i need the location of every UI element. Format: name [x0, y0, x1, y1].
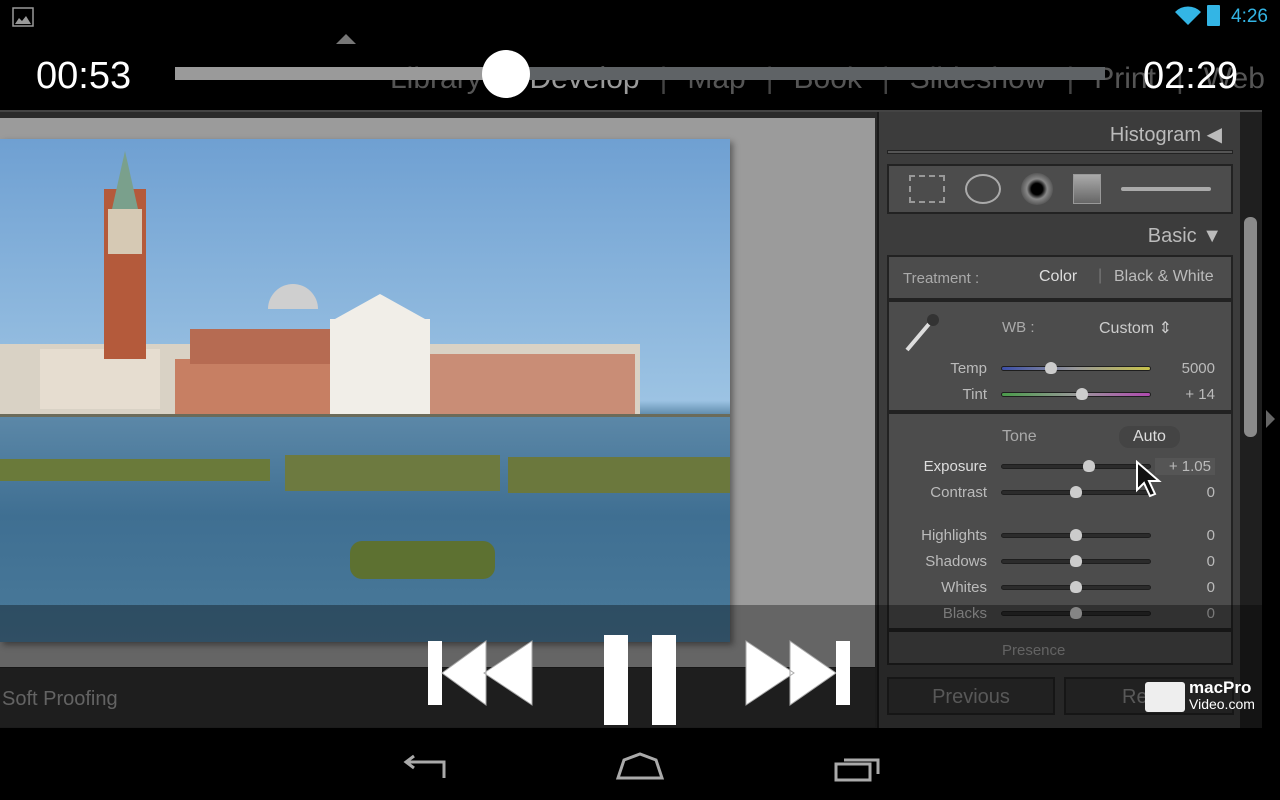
- slider-knob[interactable]: [1044, 362, 1057, 374]
- histogram-header[interactable]: Histogram ◀: [1110, 122, 1222, 147]
- slider-track[interactable]: [1001, 581, 1151, 593]
- wifi-icon: [1175, 6, 1201, 26]
- slider-track[interactable]: [1001, 388, 1151, 400]
- slider-label: Exposure: [923, 458, 987, 475]
- slider-row-whites: Whites 0: [879, 577, 1239, 599]
- clock: 4:26: [1231, 6, 1268, 27]
- recents-icon[interactable]: [834, 754, 882, 782]
- collapse-left-icon: ◀: [1206, 124, 1222, 146]
- logo-mark: [1145, 682, 1185, 712]
- slider-label: Whites: [941, 579, 987, 596]
- slider-row-contrast: Contrast 0: [879, 482, 1239, 504]
- collapse-down-icon: ▼: [1202, 225, 1222, 247]
- slider-label: Temp: [950, 360, 987, 377]
- histogram-label: Histogram: [1109, 124, 1202, 146]
- treatment-bw[interactable]: Black & White: [1114, 268, 1214, 286]
- photo-image: [0, 151, 730, 579]
- treatment-label: Treatment :: [903, 270, 980, 287]
- image-icon: [12, 7, 34, 27]
- slider-value[interactable]: 0: [1155, 553, 1215, 570]
- treatment-color[interactable]: Color: [1039, 268, 1077, 286]
- scrollbar-thumb[interactable]: [1244, 217, 1257, 437]
- seek-bar-progress: [175, 67, 507, 80]
- slider-label: Highlights: [921, 527, 987, 544]
- slider-knob[interactable]: [1083, 460, 1096, 472]
- skip-previous-icon[interactable]: [426, 635, 536, 727]
- red-eye-icon[interactable]: [1021, 173, 1053, 205]
- crop-overlay-icon[interactable]: [909, 175, 945, 203]
- slider-value[interactable]: + 14: [1155, 386, 1215, 403]
- back-icon[interactable]: [400, 754, 448, 782]
- slider-label: Contrast: [930, 484, 987, 501]
- image-canvas: [0, 118, 875, 667]
- spot-removal-icon[interactable]: [965, 174, 1001, 204]
- eyedropper-icon[interactable]: [903, 310, 943, 354]
- slider-label: Tint: [962, 386, 987, 403]
- expand-right-icon[interactable]: [1266, 410, 1275, 428]
- slider-track[interactable]: [1001, 362, 1151, 374]
- slider-label: Shadows: [925, 553, 987, 570]
- separator: |: [1098, 267, 1103, 284]
- treatment-row: Treatment : Color | Black & White: [887, 255, 1233, 300]
- home-icon[interactable]: [614, 752, 666, 782]
- photo-venice: [0, 139, 730, 642]
- seek-thumb[interactable]: [482, 50, 531, 98]
- wb-select[interactable]: Custom ⇕: [1099, 318, 1172, 338]
- current-time: 00:53: [36, 55, 132, 97]
- slider-knob[interactable]: [1070, 581, 1082, 593]
- graduated-filter-icon[interactable]: [1073, 174, 1101, 204]
- logo-text: macPro Video.com: [1189, 678, 1255, 712]
- tool-strip: [887, 164, 1233, 214]
- slider-knob[interactable]: [1070, 486, 1082, 498]
- slider-track[interactable]: [1001, 529, 1151, 541]
- slider-value[interactable]: + 1.05: [1155, 458, 1215, 475]
- slider-knob[interactable]: [1070, 529, 1082, 541]
- slider-knob[interactable]: [1070, 555, 1082, 567]
- logo-line1: macPro: [1189, 678, 1252, 697]
- skip-next-icon[interactable]: [744, 635, 854, 727]
- histogram: [887, 150, 1233, 154]
- slider-track[interactable]: [1001, 486, 1151, 498]
- slider-value[interactable]: 5000: [1155, 360, 1215, 377]
- slider-value[interactable]: 0: [1155, 484, 1215, 501]
- adjustment-brush-icon[interactable]: [1121, 187, 1211, 191]
- battery-icon: [1207, 5, 1220, 26]
- status-bar: 4:26: [0, 0, 1280, 30]
- logo-line2: Video.com: [1189, 696, 1255, 712]
- slider-row-shadows: Shadows 0: [879, 551, 1239, 573]
- slider-row-exposure: Exposure + 1.05: [879, 456, 1239, 478]
- total-time: 02:29: [1143, 55, 1239, 97]
- slider-row-temp: Temp 5000: [879, 358, 1239, 380]
- basic-header[interactable]: Basic ▼: [1148, 225, 1222, 248]
- slider-knob[interactable]: [1075, 388, 1088, 400]
- auto-button[interactable]: Auto: [1119, 426, 1180, 448]
- macpro-video-logo: macPro Video.com: [1145, 678, 1260, 714]
- mouse-cursor-icon: [1136, 460, 1162, 498]
- slider-row-tint: Tint + 14: [879, 384, 1239, 406]
- tone-label: Tone: [1002, 428, 1037, 445]
- expand-up-icon[interactable]: [336, 34, 356, 44]
- wb-label: WB :: [1002, 319, 1035, 336]
- slider-track[interactable]: [1001, 460, 1151, 472]
- basic-label: Basic: [1147, 225, 1197, 247]
- slider-row-highlights: Highlights 0: [879, 525, 1239, 547]
- seek-bar[interactable]: [175, 67, 1105, 80]
- slider-track[interactable]: [1001, 555, 1151, 567]
- slider-value[interactable]: 0: [1155, 579, 1215, 596]
- wb-value: Custom: [1099, 320, 1155, 337]
- slider-value[interactable]: 0: [1155, 527, 1215, 544]
- navigation-bar: [0, 728, 1280, 800]
- pause-icon[interactable]: [602, 635, 678, 727]
